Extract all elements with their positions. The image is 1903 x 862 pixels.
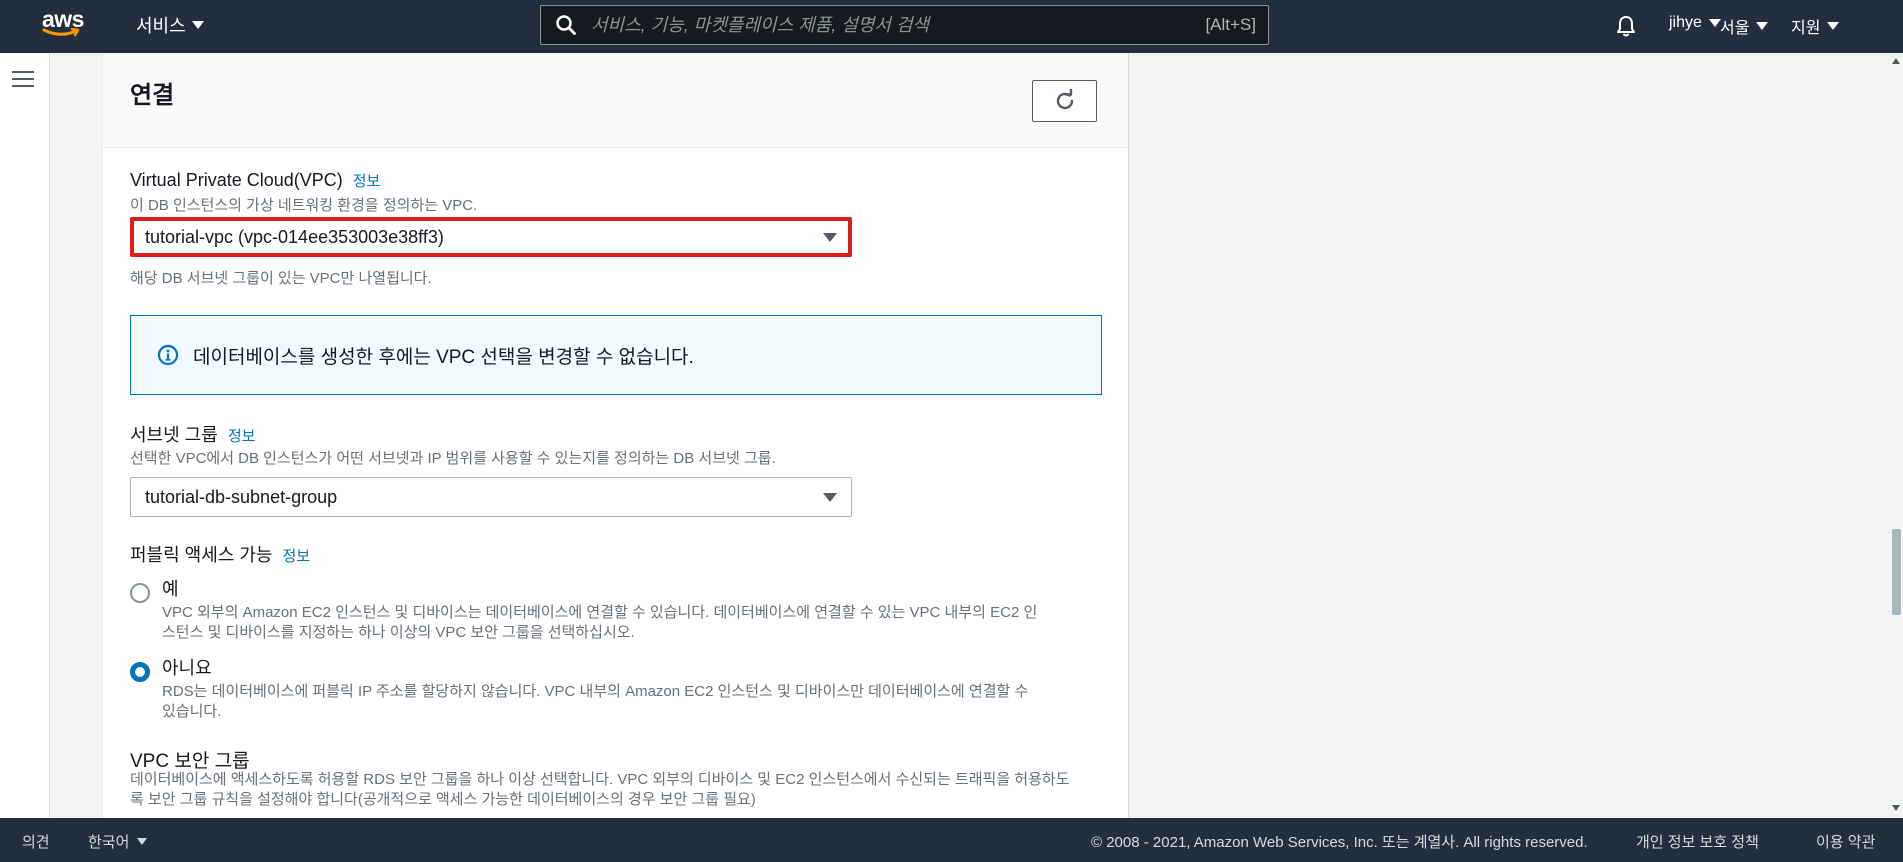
connectivity-panel: 연결 Virtual Private Cloud(VPC) 정보 이 DB 인스턴… [102, 53, 1129, 818]
language-label: 한국어 [88, 834, 130, 851]
radio-no-label: 아니요 [162, 658, 212, 678]
security-group-label: VPC 보안 그룹 [130, 751, 250, 772]
subnet-info-link[interactable]: 정보 [228, 428, 256, 445]
page-scrollbar[interactable] [1889, 53, 1903, 818]
scroll-up-icon[interactable] [1892, 58, 1900, 64]
search-bar[interactable]: [Alt+S] [540, 5, 1269, 45]
vpc-selected-value: tutorial-vpc (vpc-014ee353003e38ff3) [145, 226, 444, 247]
region-menu[interactable]: 서울 [1720, 14, 1769, 38]
info-icon [157, 344, 179, 366]
menu-icon[interactable] [12, 71, 34, 89]
radio-yes-description: VPC 외부의 Amazon EC2 인스턴스 및 디바이스는 데이터베이스에 … [162, 604, 1038, 641]
public-access-option-yes[interactable]: 예 VPC 외부의 Amazon EC2 인스턴스 및 디바이스는 데이터베이스… [130, 575, 1042, 643]
public-access-info-link[interactable]: 정보 [282, 548, 310, 565]
scroll-thumb[interactable] [1892, 529, 1901, 615]
chevron-down-icon [823, 232, 837, 242]
vpc-hint: 해당 DB 서브넷 그룹이 있는 VPC만 나열됩니다. [130, 270, 432, 287]
side-navigation-strip [0, 53, 50, 818]
region-label: 서울 [1720, 20, 1750, 37]
vpc-field-label: Virtual Private Cloud(VPC) 정보 [130, 170, 380, 191]
vpc-label: Virtual Private Cloud(VPC) [130, 170, 343, 190]
vpc-description: 이 DB 인스턴스의 가상 네트워킹 환경을 정의하는 VPC. [130, 197, 478, 214]
radio-yes-label: 예 [162, 579, 179, 599]
aws-logo[interactable]: aws [42, 8, 92, 44]
vpc-select[interactable]: tutorial-vpc (vpc-014ee353003e38ff3) [130, 217, 852, 257]
bell-icon[interactable] [1614, 14, 1638, 38]
privacy-link[interactable]: 개인 정보 보호 정책 [1636, 831, 1759, 852]
subnet-selected-value: tutorial-db-subnet-group [145, 486, 338, 507]
subnet-description: 선택한 VPC에서 DB 인스턴스가 어떤 서브넷과 IP 범위를 사용할 수 … [130, 450, 776, 467]
support-label: 지원 [1791, 20, 1821, 37]
refresh-icon [1056, 89, 1073, 110]
subnet-field-label: 서브넷 그룹 정보 [130, 421, 255, 447]
radio-yes-body: 예 VPC 외부의 Amazon EC2 인스턴스 및 디바이스는 데이터베이스… [162, 575, 1042, 643]
search-input[interactable] [591, 14, 1206, 36]
chevron-down-icon [1827, 22, 1840, 30]
aws-logo-text: aws [42, 6, 84, 32]
user-label: jihye [1669, 14, 1702, 31]
copyright-text: © 2008 - 2021, Amazon Web Services, Inc.… [1091, 834, 1588, 851]
public-access-field-label: 퍼블릭 액세스 가능 정보 [130, 541, 310, 567]
subnet-label: 서브넷 그룹 [130, 425, 218, 445]
search-shortcut: [Alt+S] [1205, 15, 1256, 34]
chevron-down-icon [137, 838, 148, 845]
services-menu[interactable]: 서비스 [136, 12, 204, 38]
chevron-down-icon [823, 492, 837, 502]
public-access-label: 퍼블릭 액세스 가능 [130, 545, 273, 565]
terms-link[interactable]: 이용 약관 [1816, 831, 1875, 852]
info-alert: 데이터베이스를 생성한 후에는 VPC 선택을 변경할 수 없습니다. [130, 315, 1102, 395]
radio-no-description: RDS는 데이터베이스에 퍼블릭 IP 주소를 할당하지 않습니다. VPC 내… [162, 683, 1029, 720]
vpc-info-link[interactable]: 정보 [353, 173, 381, 190]
radio-no-body: 아니요 RDS는 데이터베이스에 퍼블릭 IP 주소를 할당하지 않습니다. V… [162, 654, 1042, 722]
search-icon [556, 15, 576, 35]
user-menu[interactable]: jihye [1669, 14, 1721, 32]
security-group-description: 데이터베이스에 액세스하도록 허용할 RDS 보안 그룹을 하나 이상 선택합니… [130, 771, 1070, 808]
panel-header: 연결 [103, 53, 1128, 148]
support-menu[interactable]: 지원 [1791, 14, 1840, 38]
services-label: 서비스 [136, 16, 186, 36]
radio-yes[interactable] [130, 583, 150, 603]
chevron-down-icon [191, 21, 204, 29]
public-access-option-no[interactable]: 아니요 RDS는 데이터베이스에 퍼블릭 IP 주소를 할당하지 않습니다. V… [130, 654, 1042, 722]
top-navigation: aws 서비스 [Alt+S] jihye 서울 지원 [0, 0, 1903, 53]
subnet-group-select[interactable]: tutorial-db-subnet-group [130, 477, 852, 517]
language-selector[interactable]: 한국어 [88, 831, 148, 852]
panel-title: 연결 [130, 82, 175, 109]
scroll-down-icon[interactable] [1892, 805, 1900, 811]
refresh-button[interactable] [1032, 80, 1097, 122]
radio-no[interactable] [130, 662, 150, 682]
feedback-link[interactable]: 의견 [22, 831, 50, 852]
alert-text: 데이터베이스를 생성한 후에는 VPC 선택을 변경할 수 없습니다. [193, 346, 694, 368]
footer: 의견 한국어 © 2008 - 2021, Amazon Web Service… [0, 818, 1903, 862]
chevron-down-icon [1756, 22, 1769, 30]
